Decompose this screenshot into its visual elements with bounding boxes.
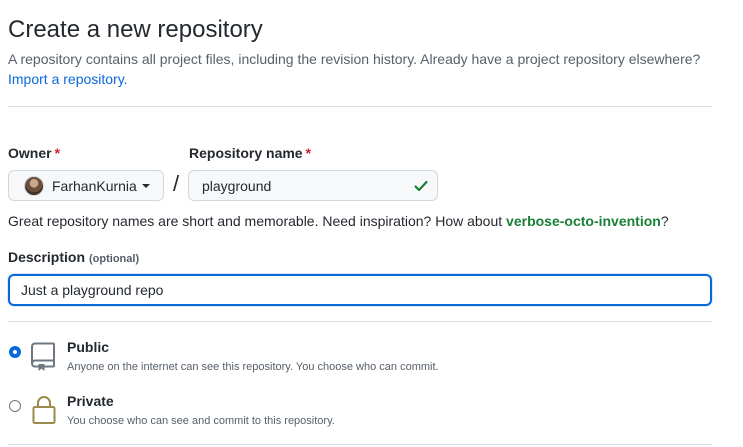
description-field[interactable] (8, 274, 712, 306)
avatar (24, 175, 44, 196)
description-label-text: Description (8, 249, 86, 265)
visibility-divider-bottom (8, 444, 712, 445)
repo-name-input[interactable] (202, 177, 413, 194)
private-radio[interactable] (9, 400, 21, 412)
owner-required-mark: * (54, 145, 61, 161)
owner-dropdown[interactable]: FarhanKurnia (8, 170, 164, 201)
owner-name: FarhanKurnia (52, 177, 137, 194)
public-radio[interactable] (9, 346, 21, 358)
optional-tag: (optional) (89, 253, 140, 265)
repo-name-field[interactable] (188, 170, 438, 201)
visibility-divider-top (8, 321, 712, 322)
private-title: Private (67, 393, 114, 409)
header-divider (8, 106, 712, 107)
repo-name-label: Repository name * (189, 145, 311, 161)
subtitle-text: A repository contains all project files,… (8, 51, 701, 67)
description-label: Description (optional) (8, 249, 139, 265)
repo-icon (31, 340, 57, 372)
lock-icon (31, 394, 57, 426)
description-input[interactable] (21, 282, 699, 298)
owner-label: Owner * (8, 145, 60, 161)
repo-name-label-text: Repository name (189, 145, 303, 161)
import-repository-link[interactable]: Import a repository. (8, 71, 128, 87)
public-title: Public (67, 339, 110, 355)
owner-label-text: Owner (8, 145, 52, 161)
hint-text: Great repository names are short and mem… (8, 213, 507, 229)
private-description: You choose who can see and commit to thi… (67, 415, 335, 427)
hint-end: ? (660, 213, 669, 229)
owner-repo-separator: / (173, 171, 180, 196)
caret-down-icon (141, 183, 150, 188)
repo-name-hint: Great repository names are short and mem… (8, 211, 669, 231)
page-title: Create a new repository (8, 16, 263, 43)
repo-name-required-mark: * (305, 145, 312, 161)
name-suggestion[interactable]: verbose-octo-invention (506, 213, 661, 229)
public-description: Anyone on the internet can see this repo… (67, 361, 439, 373)
page-subtitle: A repository contains all project files,… (8, 49, 718, 89)
check-icon (413, 178, 429, 194)
